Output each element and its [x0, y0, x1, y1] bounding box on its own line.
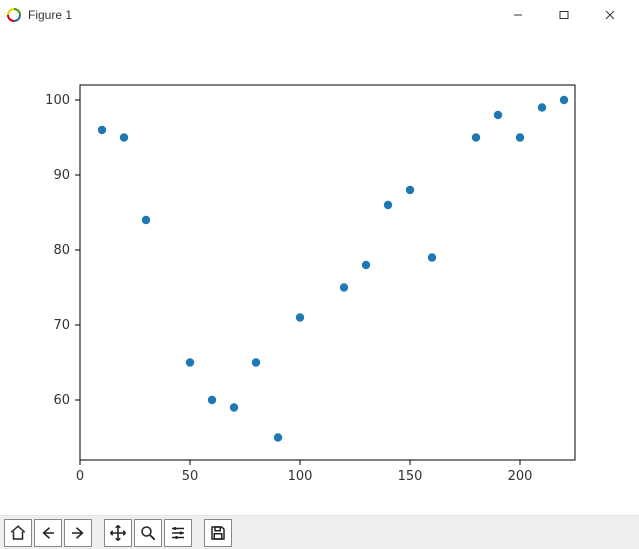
window-title: Figure 1: [28, 8, 495, 22]
window-controls: [495, 0, 633, 30]
data-point: [252, 358, 260, 366]
x-tick-label: 50: [182, 469, 199, 484]
app-icon: [6, 7, 22, 23]
back-button[interactable]: [34, 519, 62, 547]
home-button[interactable]: [4, 519, 32, 547]
minimize-button[interactable]: [495, 0, 541, 30]
x-tick-label: 0: [76, 469, 84, 484]
forward-button[interactable]: [64, 519, 92, 547]
data-point: [538, 103, 546, 111]
data-point: [98, 126, 106, 134]
data-point: [142, 216, 150, 224]
data-point: [494, 111, 502, 119]
data-point: [230, 403, 238, 411]
data-point: [516, 133, 524, 141]
window-titlebar: Figure 1: [0, 0, 639, 30]
data-point: [406, 186, 414, 194]
y-tick-label: 70: [53, 318, 70, 333]
data-point: [428, 253, 436, 261]
maximize-button[interactable]: [541, 0, 587, 30]
close-button[interactable]: [587, 0, 633, 30]
configure-button[interactable]: [164, 519, 192, 547]
data-point: [186, 358, 194, 366]
zoom-button[interactable]: [134, 519, 162, 547]
data-point: [120, 133, 128, 141]
y-tick-label: 100: [45, 93, 70, 108]
axes-frame: [80, 85, 575, 460]
data-point: [384, 201, 392, 209]
data-point: [296, 313, 304, 321]
toolbar-separator: [94, 519, 102, 547]
y-tick-label: 90: [53, 168, 70, 183]
y-tick-label: 80: [53, 243, 70, 258]
matplotlib-toolbar: [0, 515, 639, 549]
x-tick-label: 100: [288, 469, 313, 484]
x-tick-label: 150: [398, 469, 423, 484]
data-point: [362, 261, 370, 269]
save-button[interactable]: [204, 519, 232, 547]
data-point: [560, 96, 568, 104]
scatter-chart: 0 50 100 150 200 60 70 80 90 100: [0, 30, 639, 515]
x-tick-label: 200: [508, 469, 533, 484]
y-tick-label: 60: [53, 393, 70, 408]
data-point: [274, 433, 282, 441]
toolbar-separator: [194, 519, 202, 547]
data-point: [208, 396, 216, 404]
pan-button[interactable]: [104, 519, 132, 547]
plot-area: 0 50 100 150 200 60 70 80 90 100: [0, 30, 639, 515]
data-point: [340, 283, 348, 291]
data-point: [472, 133, 480, 141]
